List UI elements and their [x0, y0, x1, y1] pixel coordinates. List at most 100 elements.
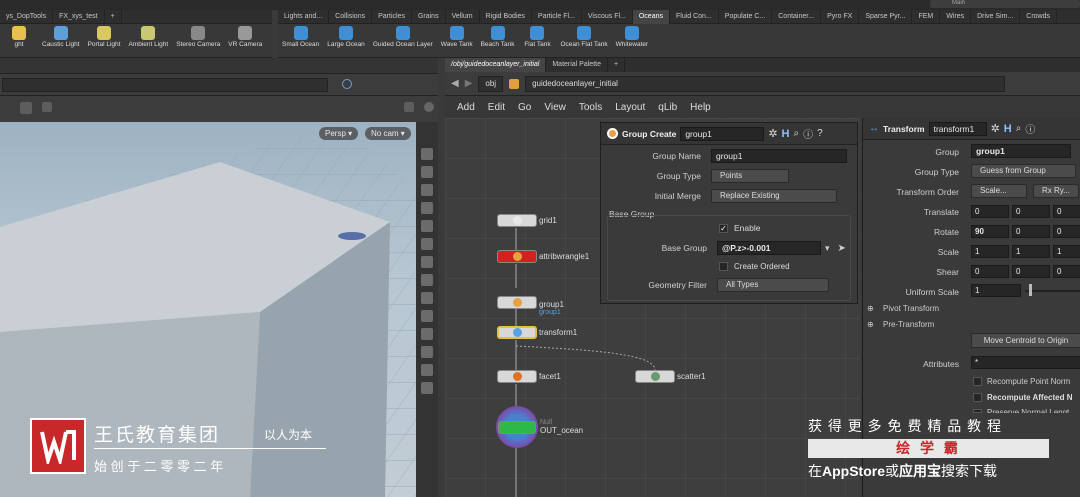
menu-help[interactable]: Help: [690, 102, 711, 113]
group-type-dropdown[interactable]: Points: [711, 169, 789, 183]
shear-z[interactable]: 0: [1053, 265, 1080, 278]
bulb-icon[interactable]: [421, 238, 433, 250]
perspective-menu[interactable]: Persp ▾: [319, 127, 359, 140]
display-icon[interactable]: [421, 148, 433, 160]
shelf-tab-3[interactable]: Grains: [412, 9, 446, 24]
point-icon[interactable]: [421, 310, 433, 322]
scale-y[interactable]: 1: [1012, 245, 1050, 258]
shelf-tool-5[interactable]: VR Camera: [224, 24, 266, 57]
ghost-icon[interactable]: [421, 166, 433, 178]
pin-icon[interactable]: [421, 274, 433, 286]
vectors-icon[interactable]: [421, 382, 433, 394]
shelf-tab-13[interactable]: Sparse Pyr...: [859, 9, 913, 24]
recompute-normals-checkbox[interactable]: [973, 377, 982, 386]
base-group-expression[interactable]: @P.z>-0.001: [717, 241, 821, 255]
shelf-tool-1[interactable]: Caustic Light: [38, 24, 84, 57]
shelf-tab-4[interactable]: Vellum: [446, 9, 480, 24]
viewport-path-field[interactable]: [2, 78, 328, 92]
shear-y[interactable]: 0: [1012, 265, 1050, 278]
shelf-tab-15[interactable]: Wires: [940, 9, 972, 24]
tf-group-type-dropdown[interactable]: Guess from Group: [971, 164, 1076, 178]
gear-icon[interactable]: ✲: [991, 122, 1000, 135]
forward-arrow-icon[interactable]: ▶: [465, 78, 473, 89]
translate-x[interactable]: 0: [971, 205, 1009, 218]
initial-merge-dropdown[interactable]: Replace Existing: [711, 189, 837, 203]
shelf-tab-14[interactable]: FEM: [912, 9, 941, 24]
shelf-tab-6[interactable]: Particle Fl...: [532, 9, 582, 24]
shelf-tab-9[interactable]: Fluid Con...: [670, 9, 719, 24]
help-icon[interactable]: [424, 102, 434, 112]
back-arrow-icon[interactable]: ◀: [451, 78, 459, 89]
ocean-tool-3[interactable]: Wave Tank: [437, 24, 477, 57]
network-tab-1[interactable]: Material Palette: [546, 58, 608, 72]
lights-icon[interactable]: [421, 256, 433, 268]
move-centroid-button[interactable]: Move Centroid to Origin: [971, 333, 1080, 348]
menu-layout[interactable]: Layout: [615, 102, 645, 113]
shelf-tab-left-1[interactable]: FX_xys_test: [53, 9, 105, 24]
transform-node-name[interactable]: transform1: [928, 121, 987, 136]
search-icon[interactable]: ⌕: [794, 128, 800, 139]
shelf-tool-3[interactable]: Ambient Light: [124, 24, 172, 57]
path-obj[interactable]: obj: [478, 75, 504, 92]
help-h-icon[interactable]: H: [1004, 123, 1012, 135]
group-node-name[interactable]: group1: [680, 126, 765, 141]
light-bulb-icon[interactable]: [421, 202, 433, 214]
network-tab-0[interactable]: /obj/guidedoceanlayer_initial: [445, 58, 547, 72]
normals-icon[interactable]: [421, 292, 433, 304]
menu-view[interactable]: View: [544, 102, 566, 113]
pre-transform-folder[interactable]: Pre-Transform: [883, 320, 934, 329]
node-OUT_ocean[interactable]: Null OUT_ocean: [496, 406, 583, 448]
menu-go[interactable]: Go: [518, 102, 531, 113]
rotate-order-dropdown[interactable]: Rx Ry...: [1033, 184, 1079, 198]
ocean-tool-0[interactable]: Small Ocean: [278, 24, 323, 57]
rotate-y[interactable]: 0: [1012, 225, 1050, 238]
shelf-tab-10[interactable]: Populate C...: [719, 9, 773, 24]
ocean-tool-2[interactable]: Guided Ocean Layer: [369, 24, 437, 57]
shelf-tab-8[interactable]: Oceans: [632, 9, 670, 24]
create-ordered-checkbox[interactable]: [719, 262, 728, 271]
node-transform1[interactable]: transform1: [497, 326, 577, 339]
transform-order-dropdown[interactable]: Scale...: [971, 184, 1027, 198]
info-icon[interactable]: ⓘ: [1025, 121, 1035, 136]
translate-y[interactable]: 0: [1012, 205, 1050, 218]
snap-icon[interactable]: [404, 102, 414, 112]
guide-icon[interactable]: [421, 328, 433, 340]
ocean-tool-5[interactable]: Flat Tank: [518, 24, 556, 57]
shelf-tab-2[interactable]: Particles: [372, 9, 412, 24]
camera-icon[interactable]: [342, 79, 352, 89]
dropdown-arrow-icon[interactable]: ▾: [825, 243, 830, 254]
info-icon[interactable]: ⓘ: [803, 126, 813, 141]
node-facet1[interactable]: facet1: [497, 370, 561, 383]
path-node[interactable]: guidedoceanlayer_initial: [525, 75, 1006, 92]
scale-z[interactable]: 1: [1053, 245, 1080, 258]
uniform-scale-slider[interactable]: [1025, 290, 1080, 292]
desktop-selector[interactable]: Main: [930, 0, 1080, 8]
shear-x[interactable]: 0: [971, 265, 1009, 278]
camera-menu[interactable]: No cam ▾: [365, 127, 411, 140]
shelf-tab-0[interactable]: Lights and...: [278, 9, 330, 24]
display-options-icon[interactable]: [20, 102, 32, 114]
shelf-tool-2[interactable]: Portal Light: [84, 24, 125, 57]
points-display-icon[interactable]: [421, 364, 433, 376]
search-icon[interactable]: ⌕: [1016, 123, 1022, 134]
node-group1[interactable]: group1 group1: [497, 288, 564, 316]
ocean-tool-6[interactable]: Ocean Flat Tank: [556, 24, 611, 57]
node-attribwrangle1[interactable]: attribwrangle1: [497, 250, 589, 263]
preserve-normal-checkbox[interactable]: [973, 409, 982, 413]
pre-transform-expand-icon[interactable]: ⊕: [867, 320, 874, 329]
pivot-expand-icon[interactable]: ⊕: [867, 304, 874, 313]
gear-icon[interactable]: ✲: [768, 127, 777, 140]
shelf-tool-4[interactable]: Stereo Camera: [172, 24, 224, 57]
attributes-field[interactable]: *: [971, 356, 1080, 369]
translate-z[interactable]: 0: [1053, 205, 1080, 218]
help-h-icon[interactable]: H: [782, 128, 790, 140]
add-tab-icon[interactable]: +: [608, 58, 626, 72]
shelf-tab-left-0[interactable]: ys_DopTools: [0, 9, 54, 24]
tf-group-field[interactable]: group1: [971, 144, 1071, 158]
ocean-tool-7[interactable]: Whitewater: [612, 24, 653, 57]
rotate-z[interactable]: 0: [1053, 225, 1080, 238]
rotate-x[interactable]: 90: [971, 225, 1009, 238]
camera-view-icon[interactable]: [42, 102, 52, 112]
node-grid1[interactable]: grid1: [497, 214, 557, 227]
scale-x[interactable]: 1: [971, 245, 1009, 258]
